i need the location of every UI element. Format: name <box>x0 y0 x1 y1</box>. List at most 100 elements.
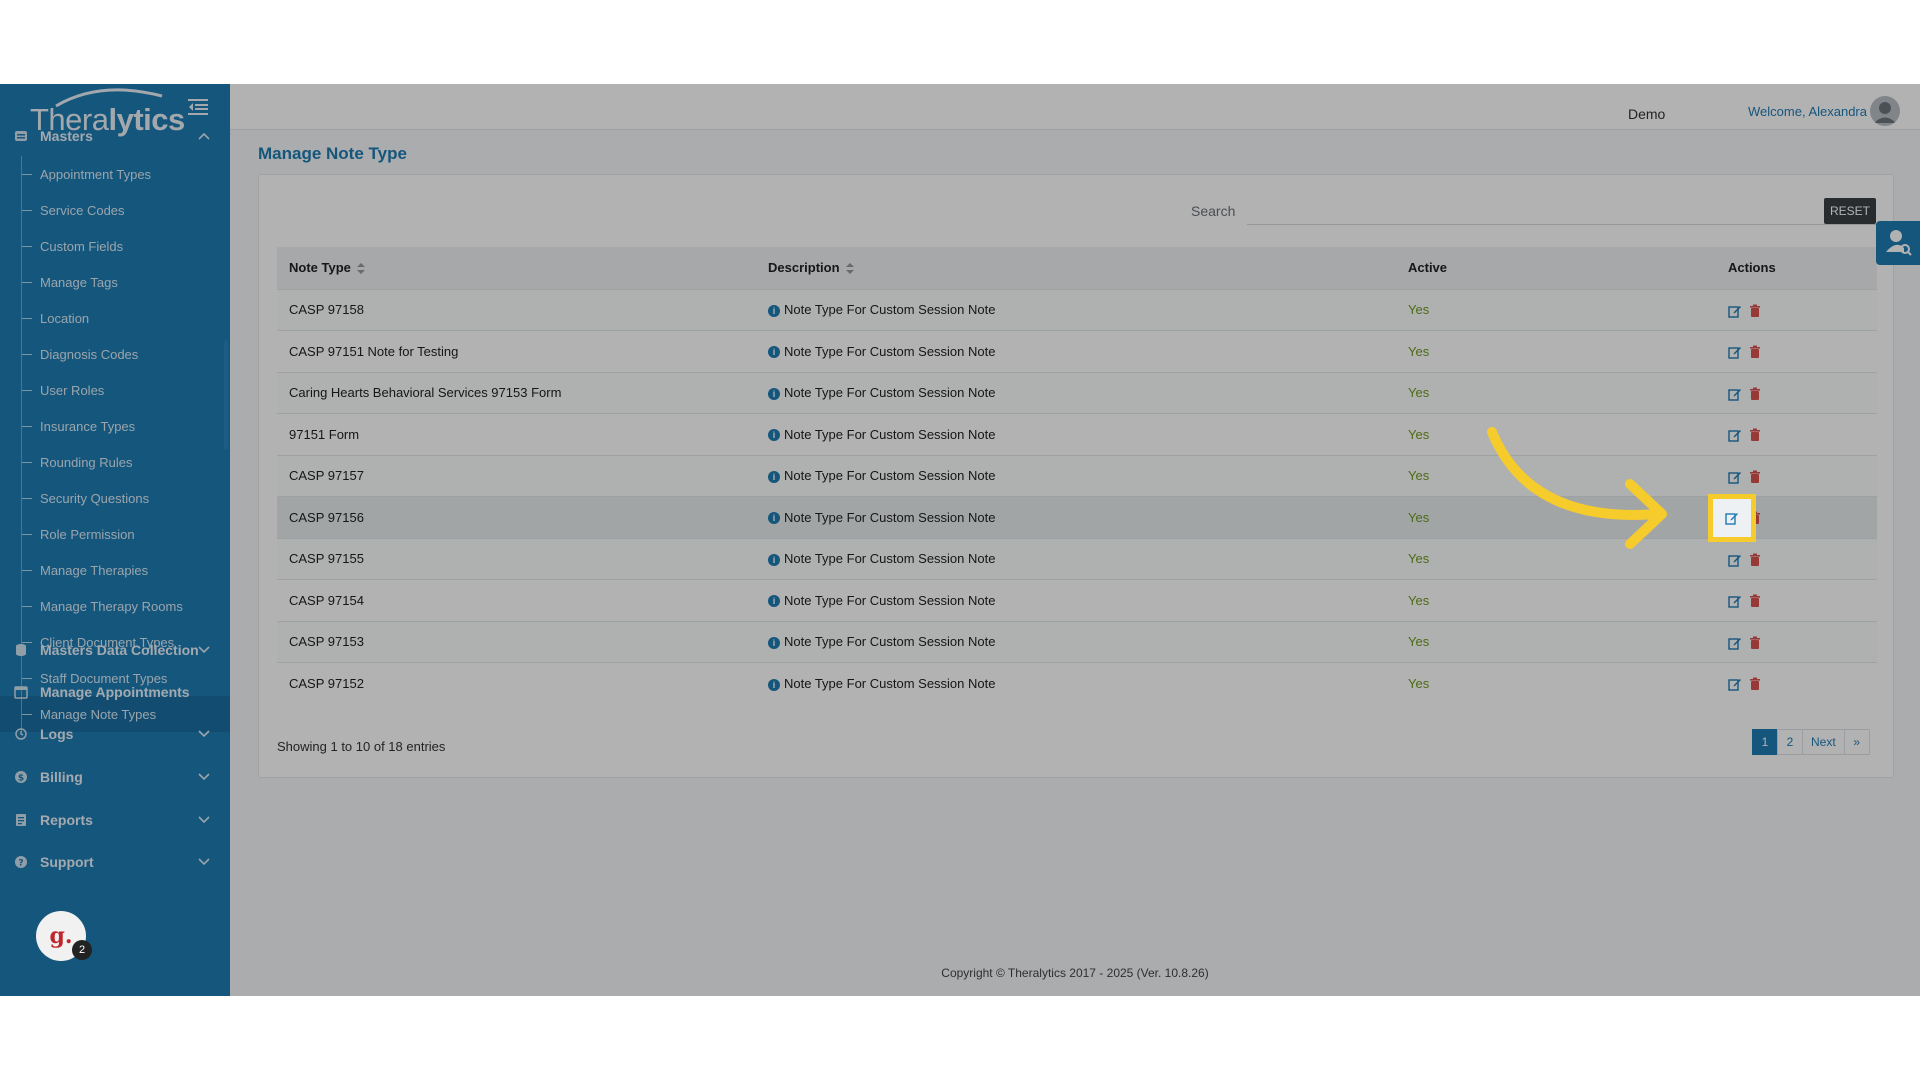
tree-tick <box>22 533 32 535</box>
info-icon[interactable]: i <box>768 346 780 359</box>
table-row: CASP 97158 i Note Type For Custom Session … <box>277 288 1877 331</box>
chevron-down-icon <box>198 773 210 781</box>
edit-icon[interactable] <box>1728 304 1742 318</box>
info-icon[interactable]: i <box>768 512 780 525</box>
edit-icon[interactable] <box>1728 677 1742 691</box>
delete-icon[interactable] <box>1748 304 1762 318</box>
edit-icon[interactable] <box>1728 387 1742 401</box>
next-page-button[interactable]: Next <box>1802 729 1845 755</box>
menu-label: Masters Data Collection <box>40 642 199 658</box>
menu-support[interactable]: ? Support <box>0 842 230 882</box>
page-button[interactable]: 1 <box>1752 729 1778 755</box>
delete-icon[interactable] <box>1748 470 1762 484</box>
sidebar-item-location[interactable]: Location <box>0 300 230 336</box>
cell-active: Yes <box>1396 579 1716 621</box>
cell-note-type: CASP 97155 <box>277 537 756 580</box>
info-icon[interactable]: i <box>768 595 780 608</box>
edit-icon[interactable] <box>1728 345 1742 359</box>
page-button[interactable]: 2 <box>1777 729 1803 755</box>
collapse-sidebar-icon[interactable] <box>188 98 208 116</box>
sidebar-item-appointment-types[interactable]: Appointment Types <box>0 156 230 192</box>
sidebar-item-insurance-types[interactable]: Insurance Types <box>0 408 230 444</box>
menu-label: Reports <box>40 812 93 828</box>
sidebar-item-manage-therapies[interactable]: Manage Therapies <box>0 552 230 588</box>
sidebar-scrollbar[interactable] <box>224 340 228 450</box>
delete-icon[interactable] <box>1748 345 1762 359</box>
menu-manage-appointments[interactable]: Manage Appointments <box>0 672 230 712</box>
sidebar-item-label: Rounding Rules <box>40 454 133 470</box>
sidebar-item-service-codes[interactable]: Service Codes <box>0 192 230 228</box>
info-icon[interactable]: i <box>768 470 780 483</box>
tree-tick <box>22 461 32 463</box>
cell-note-type: CASP 97153 <box>277 620 756 663</box>
cell-active: Yes <box>1396 371 1716 414</box>
column-header-note-type[interactable]: Note Type <box>277 247 756 289</box>
delete-icon[interactable] <box>1748 553 1762 567</box>
delete-icon[interactable] <box>1748 636 1762 650</box>
info-icon[interactable]: i <box>768 678 780 691</box>
menu-label: Billing <box>40 769 83 785</box>
sidebar-item-user-roles[interactable]: User Roles <box>0 372 230 408</box>
cell-description: i Note Type For Custom Session Note <box>756 662 1396 704</box>
sidebar-item-manage-therapy-rooms[interactable]: Manage Therapy Rooms <box>0 588 230 624</box>
sidebar-item-label: Custom Fields <box>40 238 124 254</box>
description-text: Note Type For Custom Session Note <box>784 385 996 401</box>
user-avatar[interactable] <box>1870 96 1900 126</box>
calendar-icon <box>14 686 28 699</box>
menu-masters[interactable]: Masters <box>0 116 230 156</box>
last-page-button[interactable]: » <box>1843 729 1870 755</box>
sidebar-item-custom-fields[interactable]: Custom Fields <box>0 228 230 264</box>
menu-reports[interactable]: Reports <box>0 800 230 840</box>
delete-icon[interactable] <box>1748 387 1762 401</box>
description-text: Note Type For Custom Session Note <box>784 426 996 442</box>
sort-icon <box>356 263 365 275</box>
info-icon[interactable]: i <box>768 636 780 649</box>
reset-button[interactable]: RESET <box>1824 198 1876 224</box>
sidebar-item-rounding-rules[interactable]: Rounding Rules <box>0 444 230 480</box>
cell-description: i Note Type For Custom Session Note <box>756 288 1396 331</box>
sidebar-item-label: Manage Therapy Rooms <box>40 598 183 614</box>
cell-description: i Note Type For Custom Session Note <box>756 537 1396 580</box>
column-header-description[interactable]: Description <box>756 247 1396 289</box>
tree-tick <box>22 317 32 319</box>
search-input[interactable] <box>1247 199 1877 225</box>
user-search-tab[interactable] <box>1876 221 1920 265</box>
report-icon <box>16 814 26 826</box>
sidebar-item-manage-tags[interactable]: Manage Tags <box>0 264 230 300</box>
entries-info: Showing 1 to 10 of 18 entries <box>277 739 446 754</box>
info-icon[interactable]: i <box>768 429 780 442</box>
edit-icon[interactable] <box>1728 428 1742 442</box>
edit-icon[interactable] <box>1728 470 1742 484</box>
menu-billing[interactable]: $ Billing <box>0 757 230 797</box>
menu-masters-data-collection[interactable]: Masters Data Collection <box>0 630 230 670</box>
edit-icon[interactable] <box>1728 636 1742 650</box>
sidebar-item-diagnosis-codes[interactable]: Diagnosis Codes <box>0 336 230 372</box>
cell-active: Yes <box>1396 330 1716 372</box>
sidebar-item-label: Diagnosis Codes <box>40 346 139 362</box>
menu-label: Support <box>40 854 94 870</box>
info-icon[interactable]: i <box>768 553 780 566</box>
delete-icon[interactable] <box>1748 428 1762 442</box>
edit-icon[interactable] <box>1728 553 1742 567</box>
chevron-down-icon <box>198 646 210 654</box>
info-icon[interactable]: i <box>768 387 780 400</box>
cell-actions <box>1716 454 1877 497</box>
sidebar-item-role-permission[interactable]: Role Permission <box>0 516 230 552</box>
info-icon[interactable]: i <box>768 304 780 317</box>
welcome-user-link[interactable]: Welcome, Alexandra <box>1748 104 1867 119</box>
edit-icon <box>1725 513 1738 525</box>
database-icon <box>16 644 26 656</box>
cell-note-type: 97151 Form <box>277 413 756 455</box>
sidebar-item-label: Manage Tags <box>40 274 118 290</box>
table-row: CASP 97154 i Note Type For Custom Session … <box>277 579 1877 621</box>
chat-notification-count: 2 <box>72 940 92 960</box>
delete-icon[interactable] <box>1748 594 1762 608</box>
tree-tick <box>22 353 32 355</box>
edit-icon[interactable] <box>1728 594 1742 608</box>
highlighted-edit-button[interactable] <box>1708 494 1756 542</box>
menu-logs[interactable]: Logs <box>0 714 230 754</box>
delete-icon[interactable] <box>1748 677 1762 691</box>
sidebar: Theralytics Masters Appointment Types Ser… <box>0 84 230 996</box>
sidebar-item-security-questions[interactable]: Security Questions <box>0 480 230 516</box>
chevron-down-icon <box>198 816 210 824</box>
